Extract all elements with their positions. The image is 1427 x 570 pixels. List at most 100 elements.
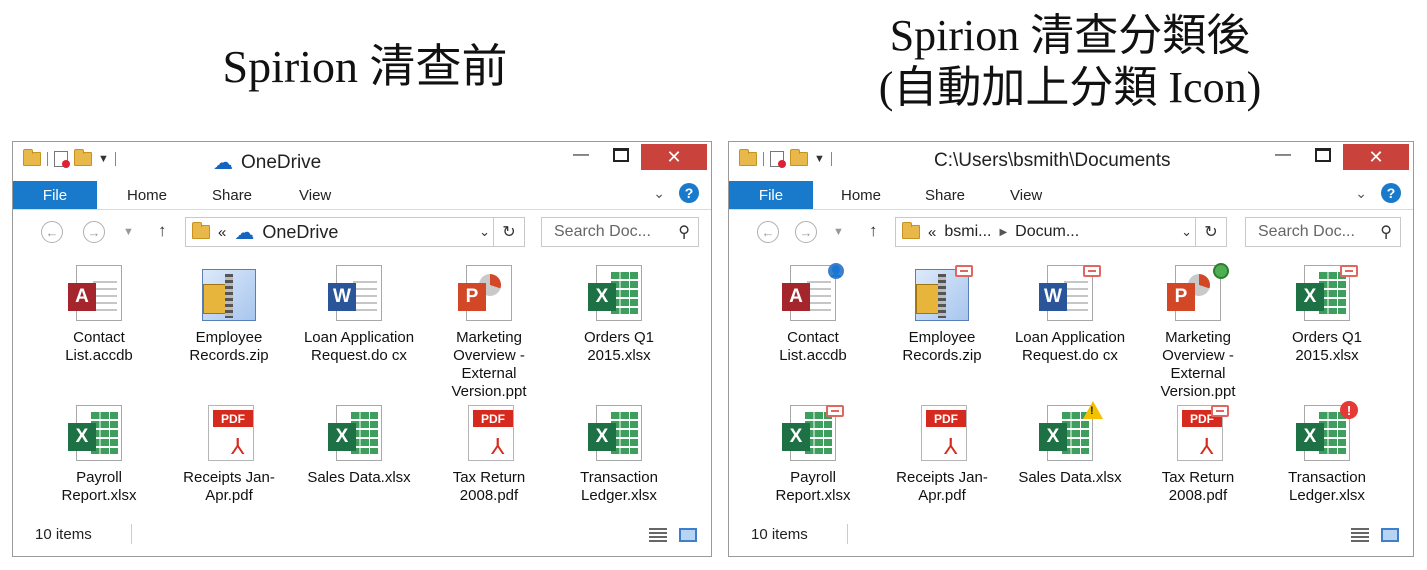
view-switcher xyxy=(649,528,697,542)
pdf-page-icon: PDF ⅄ xyxy=(208,405,254,461)
status-divider xyxy=(847,524,848,544)
search-icon[interactable]: ⚲ xyxy=(1380,222,1392,242)
back-button[interactable]: ← xyxy=(757,221,779,243)
forward-button[interactable]: → xyxy=(83,221,105,243)
help-icon[interactable]: ? xyxy=(679,183,699,203)
file-item[interactable]: A Contact List.accdb xyxy=(38,265,160,365)
maximize-button[interactable] xyxy=(601,142,641,168)
app-badge-icon: W xyxy=(1039,283,1067,311)
classification-tag-icon xyxy=(1083,265,1101,277)
classification-tag-icon xyxy=(955,265,973,277)
tab-share[interactable]: Share xyxy=(212,187,252,204)
file-item[interactable]: PDF ⅄ Tax Return 2008.pdf xyxy=(428,405,550,505)
properties-icon[interactable] xyxy=(770,151,786,168)
file-name: Employee Records.zip xyxy=(189,329,269,364)
personal-data-icon: 👤 xyxy=(828,263,844,279)
refresh-icon[interactable]: ↻ xyxy=(493,218,524,246)
tab-view[interactable]: View xyxy=(299,187,331,204)
maximize-button[interactable] xyxy=(1303,142,1343,168)
pdf-file-icon: PDF ⅄ xyxy=(198,405,260,463)
onedrive-cloud-icon: ☁ xyxy=(213,152,233,174)
file-item[interactable]: Employee Records.zip xyxy=(168,265,290,365)
file-item[interactable]: W Loan Application Request.do cx xyxy=(298,265,420,365)
address-segment[interactable]: Docum... xyxy=(1015,223,1079,241)
folder-icon xyxy=(23,149,41,166)
search-box[interactable]: Search Doc... ⚲ xyxy=(1245,217,1401,247)
recent-locations-icon[interactable]: ▼ xyxy=(833,226,844,238)
customize-toolbar-icon[interactable]: ▼ xyxy=(98,153,109,165)
customize-toolbar-icon[interactable]: ▼ xyxy=(814,153,825,165)
up-button[interactable]: ↑ xyxy=(869,221,878,241)
minimize-button[interactable]: — xyxy=(1263,142,1303,168)
search-box[interactable]: Search Doc... ⚲ xyxy=(541,217,699,247)
toolbar-divider xyxy=(47,152,48,166)
file-item[interactable]: Employee Records.zip xyxy=(881,265,1003,365)
refresh-icon[interactable]: ↻ xyxy=(1195,218,1226,246)
excel-file-icon: X xyxy=(782,405,844,463)
address-segment[interactable]: OneDrive xyxy=(262,222,338,243)
file-item[interactable]: X Payroll Report.xlsx xyxy=(752,405,874,505)
new-folder-icon[interactable] xyxy=(74,149,92,166)
tab-file[interactable]: File xyxy=(13,181,97,209)
expand-ribbon-icon[interactable]: ⌄ xyxy=(1355,185,1367,202)
address-dropdown-icon[interactable]: ⌄ xyxy=(479,224,490,240)
explorer-window-before: ▼ ☁ OneDrive — ✕ File Home Share View ⌄ … xyxy=(12,141,712,557)
file-name: Sales Data.xlsx xyxy=(307,469,411,486)
explorer-window-after: ▼ C:\Users\bsmith\Documents — ✕ File Hom… xyxy=(728,141,1414,557)
search-icon[interactable]: ⚲ xyxy=(678,222,690,242)
file-name: Payroll Report.xlsx xyxy=(61,469,137,504)
close-button[interactable]: ✕ xyxy=(641,144,707,170)
large-icons-view-icon[interactable] xyxy=(679,528,697,542)
help-icon[interactable]: ? xyxy=(1381,183,1401,203)
tab-file[interactable]: File xyxy=(729,181,813,209)
back-button[interactable]: ← xyxy=(41,221,63,243)
file-item[interactable]: X! Transaction Ledger.xlsx xyxy=(1266,401,1388,505)
details-view-icon[interactable] xyxy=(649,528,667,542)
properties-icon[interactable] xyxy=(54,151,70,168)
file-item[interactable]: X Orders Q1 2015.xlsx xyxy=(558,265,680,365)
new-folder-icon[interactable] xyxy=(790,149,808,166)
file-item[interactable]: A 👤 Contact List.accdb xyxy=(752,263,874,365)
caption-before-text: Spirion 清查前 xyxy=(222,41,508,92)
breadcrumb-separator-icon[interactable]: ▶ xyxy=(999,227,1007,238)
expand-ribbon-icon[interactable]: ⌄ xyxy=(653,185,665,202)
navigation-bar: ← → ▼ ↑ « ☁ OneDrive ⌄ ↻ Search Doc... ⚲ xyxy=(13,210,711,254)
minimize-button[interactable]: — xyxy=(561,142,601,168)
up-button[interactable]: ↑ xyxy=(158,221,167,241)
forward-button[interactable]: → xyxy=(795,221,817,243)
pdf-page-icon: PDF ⅄ xyxy=(468,405,514,461)
toolbar-divider xyxy=(830,152,832,166)
close-button[interactable]: ✕ xyxy=(1343,144,1409,170)
file-item[interactable]: PDF ⅄ Receipts Jan-Apr.pdf xyxy=(881,405,1003,505)
file-item[interactable]: PDF ⅄ Receipts Jan-Apr.pdf xyxy=(168,405,290,505)
file-item[interactable]: PDF ⅄ Tax Return 2008.pdf xyxy=(1137,405,1259,505)
app-badge-icon: P xyxy=(1167,283,1195,311)
tab-home[interactable]: Home xyxy=(841,187,881,204)
address-bar[interactable]: « ☁ OneDrive ⌄ ↻ xyxy=(185,217,525,247)
recent-locations-icon[interactable]: ▼ xyxy=(123,226,134,238)
status-bar: 10 items xyxy=(13,516,711,556)
file-list: A 👤 Contact List.accdb Employee Records.zip… xyxy=(729,257,1413,512)
acrobat-mark-icon: ⅄ xyxy=(944,434,958,459)
large-icons-view-icon[interactable] xyxy=(1381,528,1399,542)
file-item[interactable]: X Sales Data.xlsx xyxy=(298,405,420,487)
access-file-icon: A xyxy=(68,265,130,323)
file-item[interactable]: W Loan Application Request.do cx xyxy=(1009,265,1131,365)
address-bar[interactable]: « bsmi... ▶ Docum... ⌄ ↻ xyxy=(895,217,1227,247)
address-segment[interactable]: bsmi... xyxy=(944,223,991,241)
status-bar: 10 items xyxy=(729,516,1413,556)
address-dropdown-icon[interactable]: ⌄ xyxy=(1181,224,1192,240)
file-item[interactable]: P Marketing Overview - External Version.p… xyxy=(428,265,550,401)
tab-share[interactable]: Share xyxy=(925,187,965,204)
tab-home[interactable]: Home xyxy=(127,187,167,204)
toolbar-divider xyxy=(763,152,764,166)
file-item[interactable]: X! Sales Data.xlsx xyxy=(1009,401,1131,487)
file-item[interactable]: X Orders Q1 2015.xlsx xyxy=(1266,265,1388,365)
file-item[interactable]: P Marketing Overview - External Version.p… xyxy=(1137,263,1259,401)
file-list: A Contact List.accdb Employee Records.zip W… xyxy=(13,257,711,512)
app-badge-icon: X xyxy=(782,423,810,451)
file-item[interactable]: X Transaction Ledger.xlsx xyxy=(558,405,680,505)
details-view-icon[interactable] xyxy=(1351,528,1369,542)
tab-view[interactable]: View xyxy=(1010,187,1042,204)
file-item[interactable]: X Payroll Report.xlsx xyxy=(38,405,160,505)
